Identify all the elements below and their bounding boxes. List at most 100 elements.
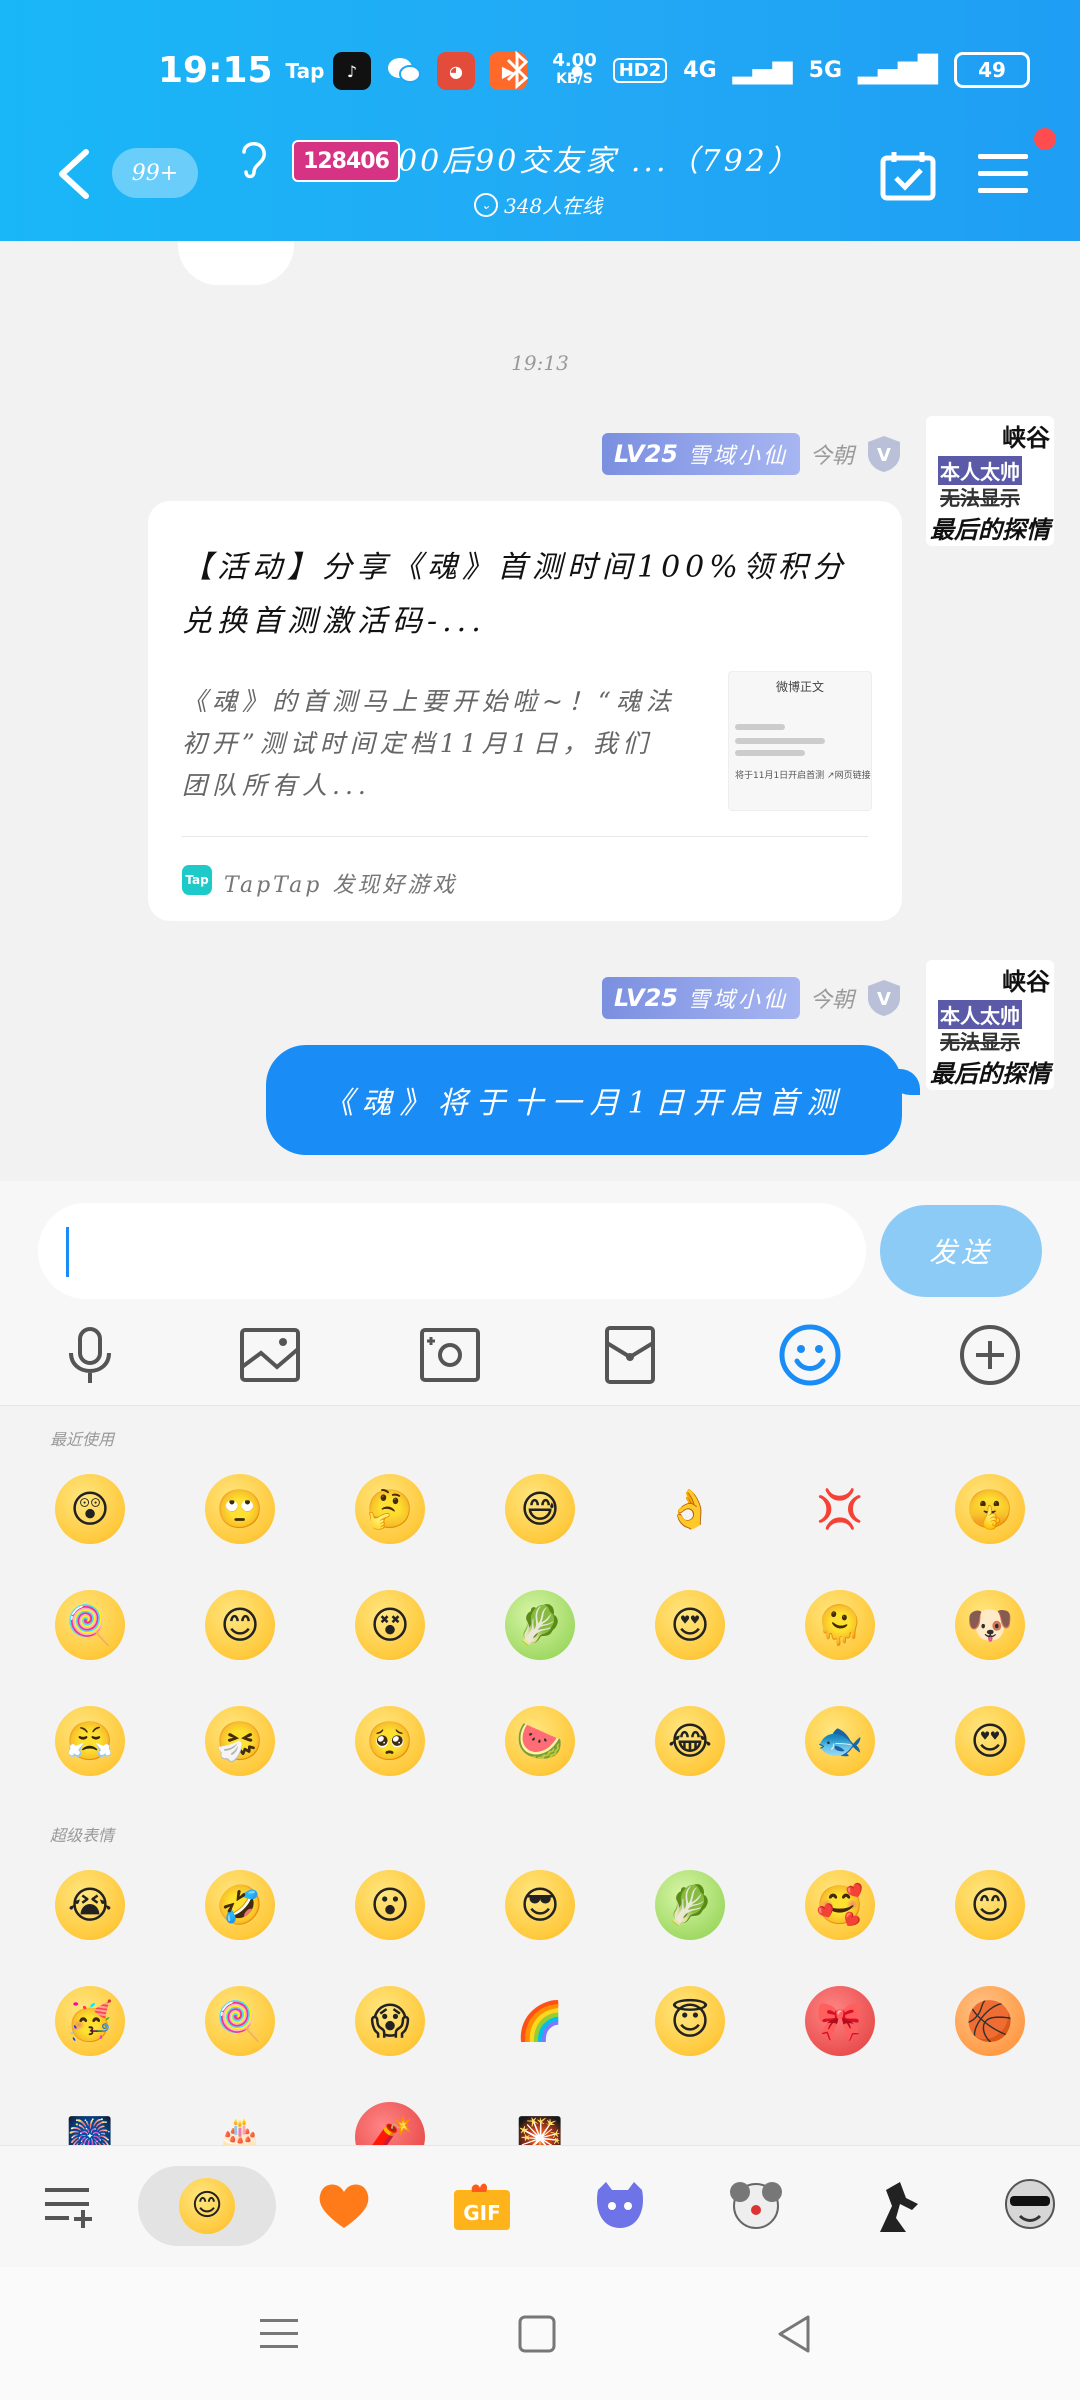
message-input[interactable]	[38, 1203, 866, 1299]
super-emoji-item[interactable]: 😮	[315, 1870, 465, 1940]
super-emoji-item[interactable]: 🥰	[765, 1870, 915, 1940]
super-emoji-item[interactable]: 😊	[915, 1870, 1065, 1940]
emoji-icon: 🍉	[505, 1706, 575, 1776]
voice-button[interactable]	[50, 1315, 130, 1395]
recent-emoji-item[interactable]: 💢	[765, 1474, 915, 1544]
plus-circle-icon	[960, 1325, 1020, 1385]
recent-emoji-item[interactable]: 🍭	[15, 1590, 165, 1660]
sticker-tab-clown[interactable]	[716, 2166, 796, 2246]
emoji-icon: 🥰	[805, 1870, 875, 1940]
input-area: 发送	[0, 1181, 1080, 1405]
previous-message-bubble[interactable]	[178, 241, 294, 285]
avatar[interactable]: 峡谷 本人太帅 无法显示 最后的探情	[926, 416, 1054, 546]
home-nav-icon[interactable]	[512, 2309, 562, 2359]
gif-icon: GIF	[454, 2183, 510, 2230]
recent-emoji-item[interactable]: 🍉	[465, 1706, 615, 1776]
sender-name[interactable]: 今朝	[810, 982, 854, 1014]
super-emoji-item[interactable]: 🌈	[465, 1986, 615, 2056]
send-button[interactable]: 发送	[880, 1205, 1042, 1297]
shared-link-card[interactable]: 【活动】分享《魂》首测时间100%领积分兑换首测激活码-... 《魂》的首测马上…	[148, 501, 902, 921]
sender-name[interactable]: 今朝	[810, 438, 854, 470]
red-packet-button[interactable]	[590, 1315, 670, 1395]
camera-button[interactable]	[410, 1315, 490, 1395]
taptap-icon: Tap	[182, 865, 212, 895]
super-emoji-item[interactable]: 🎀	[765, 1986, 915, 2056]
recent-emoji-item[interactable]: 😍	[915, 1706, 1065, 1776]
recent-emoji-item[interactable]: 🤫	[915, 1474, 1065, 1544]
super-emoji-item[interactable]: 🎂	[165, 2102, 315, 2146]
unread-badge[interactable]: 99+	[112, 148, 198, 198]
sent-message-bubble[interactable]: 《魂》将于十一月1日开启首测	[266, 1045, 902, 1155]
microphone-icon	[69, 1327, 111, 1383]
card-description: 《魂》的首测马上要开始啦~！“魂法初开”测试时间定档11月1日，我们团队所有人.…	[182, 687, 676, 800]
group-title[interactable]: 00后90交友家 ...（792）	[398, 136, 801, 180]
emoji-icon: 😍	[955, 1706, 1025, 1776]
emoji-icon: 🫠	[805, 1590, 875, 1660]
emoji-icon: 😮	[355, 1870, 425, 1940]
emoji-icon: 🧨	[355, 2102, 425, 2146]
emoji-face-icon: 😊	[179, 2178, 235, 2234]
recent-emoji-item[interactable]: 😅	[465, 1474, 615, 1544]
back-nav-icon[interactable]	[770, 2309, 820, 2359]
recent-emoji-item[interactable]: 🐟	[765, 1706, 915, 1776]
recent-emoji-item[interactable]: 😍	[615, 1590, 765, 1660]
more-button[interactable]	[950, 1315, 1030, 1395]
super-emoji-item[interactable]: 🏀	[915, 1986, 1065, 2056]
recent-emoji-item[interactable]: 🥺	[315, 1706, 465, 1776]
avatar-2[interactable]: 峡谷 本人太帅 无法显示 最后的探情	[926, 960, 1054, 1090]
super-emoji-item[interactable]: 🥳	[15, 1986, 165, 2056]
sticker-tab-cat[interactable]	[580, 2166, 660, 2246]
super-emoji-item[interactable]: 🤣	[165, 1870, 315, 1940]
image-icon	[240, 1328, 300, 1382]
svg-text:GIF: GIF	[463, 2201, 501, 2225]
super-emoji-item[interactable]: 😎	[465, 1870, 615, 1940]
super-emoji-item[interactable]: 😱	[315, 1986, 465, 2056]
emoji-icon: 😅	[505, 1474, 575, 1544]
favorites-tab[interactable]	[304, 2166, 384, 2246]
recent-emoji-item[interactable]: 🤔	[315, 1474, 465, 1544]
classic-emoji-tab[interactable]: 😊	[167, 2166, 247, 2246]
svg-text:V: V	[877, 445, 891, 466]
recent-emoji-item[interactable]: 😤	[15, 1706, 165, 1776]
recent-emoji-item[interactable]: 👌	[615, 1474, 765, 1544]
emoji-icon: 🤔	[355, 1474, 425, 1544]
super-emoji-item[interactable]: 🥬	[615, 1870, 765, 1940]
member-title: 雪域小仙	[687, 988, 788, 1013]
emoji-icon: 🐟	[805, 1706, 875, 1776]
sticker-tab-sunglasses[interactable]	[990, 2166, 1070, 2246]
recent-emoji-item[interactable]: 🫠	[765, 1590, 915, 1660]
recent-emoji-item[interactable]: 😵	[315, 1590, 465, 1660]
super-emoji-item[interactable]: 🍭	[165, 1986, 315, 2056]
network-speed: 4.00 KB/S	[552, 50, 597, 88]
image-button[interactable]	[230, 1315, 310, 1395]
calendar-check-button[interactable]	[880, 150, 936, 202]
recent-emoji-item[interactable]: 🙄	[165, 1474, 315, 1544]
super-emoji-item[interactable]: 😇	[615, 1986, 765, 2056]
back-button[interactable]	[54, 148, 94, 200]
gif-tab[interactable]: GIF	[442, 2166, 522, 2246]
emoji-icon: 🤫	[955, 1474, 1025, 1544]
recent-emoji-item[interactable]: 🤧	[165, 1706, 315, 1776]
recent-emoji-item[interactable]: 😲	[15, 1474, 165, 1544]
super-emoji-item[interactable]: 😭	[15, 1870, 165, 1940]
super-emoji-item[interactable]: 🎇	[465, 2102, 615, 2146]
online-count[interactable]: ⌄ 348人在线	[474, 190, 602, 219]
ear-icon[interactable]	[236, 136, 270, 180]
emoji-icon: 😇	[655, 1986, 725, 2056]
menu-button[interactable]	[978, 152, 1028, 196]
recent-emoji-item[interactable]: 🐶	[915, 1590, 1065, 1660]
recent-emoji-item[interactable]: 😊	[165, 1590, 315, 1660]
recent-emoji-item[interactable]: 😂	[615, 1706, 765, 1776]
sticker-tab-figure[interactable]	[856, 2166, 936, 2246]
emoji-button[interactable]	[770, 1315, 850, 1395]
manage-emoji-tab[interactable]	[30, 2166, 110, 2246]
chat-messages[interactable]: 19:13 LV25 雪域小仙 今朝 V 峡谷 本人太帅 无法显示 最后的探情 …	[0, 241, 1080, 1181]
super-emoji-item[interactable]: 🎆	[15, 2102, 165, 2146]
chevron-down-icon: ⌄	[474, 192, 498, 217]
emoji-panel[interactable]: 最近使用 😲 🙄 🤔 😅 👌 💢 🤫 🍭 😊 😵 🥬 😍 🫠 🐶 😤 🤧 🥺 🍉 😂 🐟 😍 超级表情 😭 🤣 😮 😎 🥬 🥰 😊 🥳…	[0, 1405, 1080, 2146]
recent-emoji-item[interactable]: 🥬	[465, 1590, 615, 1660]
emoji-icon: 😂	[655, 1706, 725, 1776]
recents-nav-icon[interactable]	[254, 2309, 304, 2359]
signal-bars-icon-2: ▂▄▆█	[858, 55, 938, 85]
super-emoji-item[interactable]: 🧨	[315, 2102, 465, 2146]
